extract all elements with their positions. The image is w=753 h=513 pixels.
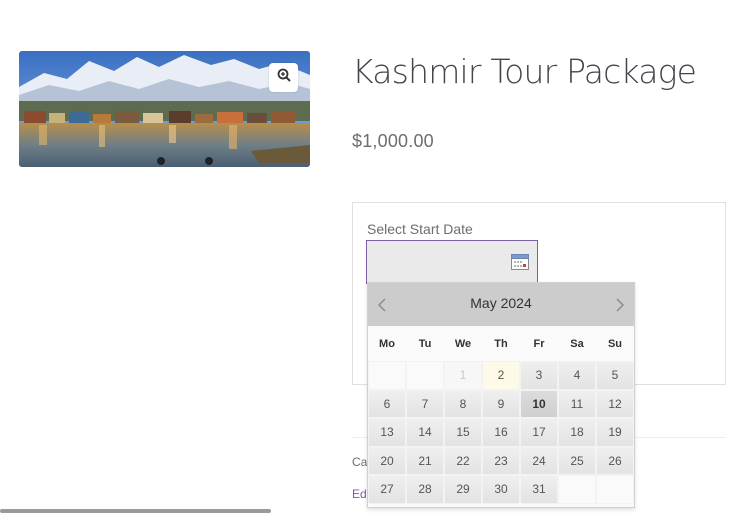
weekday-label: Tu [418, 338, 432, 350]
day-cell[interactable]: 8 [444, 389, 482, 419]
day-cell[interactable]: 24 [520, 446, 558, 476]
datepicker-header: May 2024 [368, 283, 634, 326]
day-cell[interactable]: 19 [596, 418, 634, 447]
day-cell[interactable]: 28 [406, 475, 444, 504]
day-cell[interactable]: 29 [444, 475, 482, 504]
empty-day-cell [596, 475, 634, 504]
day-cell[interactable]: 16 [482, 418, 520, 447]
start-date-input[interactable] [366, 240, 538, 284]
weekday-label: Su [607, 338, 623, 350]
day-cell[interactable]: 11 [558, 389, 596, 419]
day-cell[interactable]: 9 [482, 389, 520, 419]
day-cell[interactable]: 20 [368, 446, 406, 476]
day-cell[interactable]: 17 [520, 418, 558, 447]
datepicker: May 2024 Mo Tu We Th Fr Sa Su 1234567891… [367, 282, 635, 508]
day-cell[interactable]: 6 [368, 389, 406, 419]
empty-day-cell [558, 475, 596, 504]
start-date-label: Select Start Date [367, 221, 473, 237]
day-cell[interactable]: 23 [482, 446, 520, 476]
weekday-label: Mo [379, 338, 395, 350]
kashmir-lake-image [19, 51, 310, 167]
day-cell: 1 [444, 361, 482, 390]
datepicker-days-grid: 1 2 3 4 5 6 7 8 9 10 11 12 13 14 15 16 17 18 19 20 21 22 23 24 2… [368, 361, 634, 504]
weekday-label: Sa [570, 338, 584, 350]
day-cell[interactable]: 7 [406, 389, 444, 419]
day-cell[interactable]: 25 [558, 446, 596, 476]
day-cell[interactable]: 22 [444, 446, 482, 476]
day-cell[interactable]: 14 [406, 418, 444, 447]
day-cell[interactable]: 21 [406, 446, 444, 476]
horizontal-scrollbar[interactable] [0, 509, 271, 513]
chevron-right-icon[interactable] [612, 295, 628, 315]
day-cell[interactable]: 13 [368, 418, 406, 447]
zoom-button[interactable] [269, 63, 298, 92]
weekday-label: We [454, 338, 472, 350]
day-cell[interactable]: 2 [482, 361, 520, 390]
day-cell[interactable]: 18 [558, 418, 596, 447]
day-cell[interactable]: 12 [596, 389, 634, 419]
empty-day-cell [368, 361, 406, 390]
weekday-label: Fr [533, 338, 545, 350]
day-cell[interactable]: 5 [596, 361, 634, 390]
zoom-in-icon [277, 68, 291, 87]
product-image[interactable] [19, 51, 310, 167]
product-title: Kashmir Tour Package [352, 52, 697, 91]
day-cell[interactable]: 3 [520, 361, 558, 390]
day-cell[interactable]: 4 [558, 361, 596, 390]
weekday-header-row: Mo Tu We Th Fr Sa Su [368, 327, 634, 361]
calendar-icon[interactable] [511, 253, 529, 275]
day-cell[interactable]: 10 [520, 389, 558, 419]
day-cell[interactable]: 30 [482, 475, 520, 504]
day-cell[interactable]: 15 [444, 418, 482, 447]
empty-day-cell [406, 361, 444, 390]
day-cell[interactable]: 27 [368, 475, 406, 504]
product-price: $1,000.00 [352, 131, 434, 151]
day-cell[interactable]: 31 [520, 475, 558, 504]
datepicker-month-label: May 2024 [470, 295, 532, 311]
weekday-label: Th [494, 338, 508, 350]
day-cell[interactable]: 26 [596, 446, 634, 476]
